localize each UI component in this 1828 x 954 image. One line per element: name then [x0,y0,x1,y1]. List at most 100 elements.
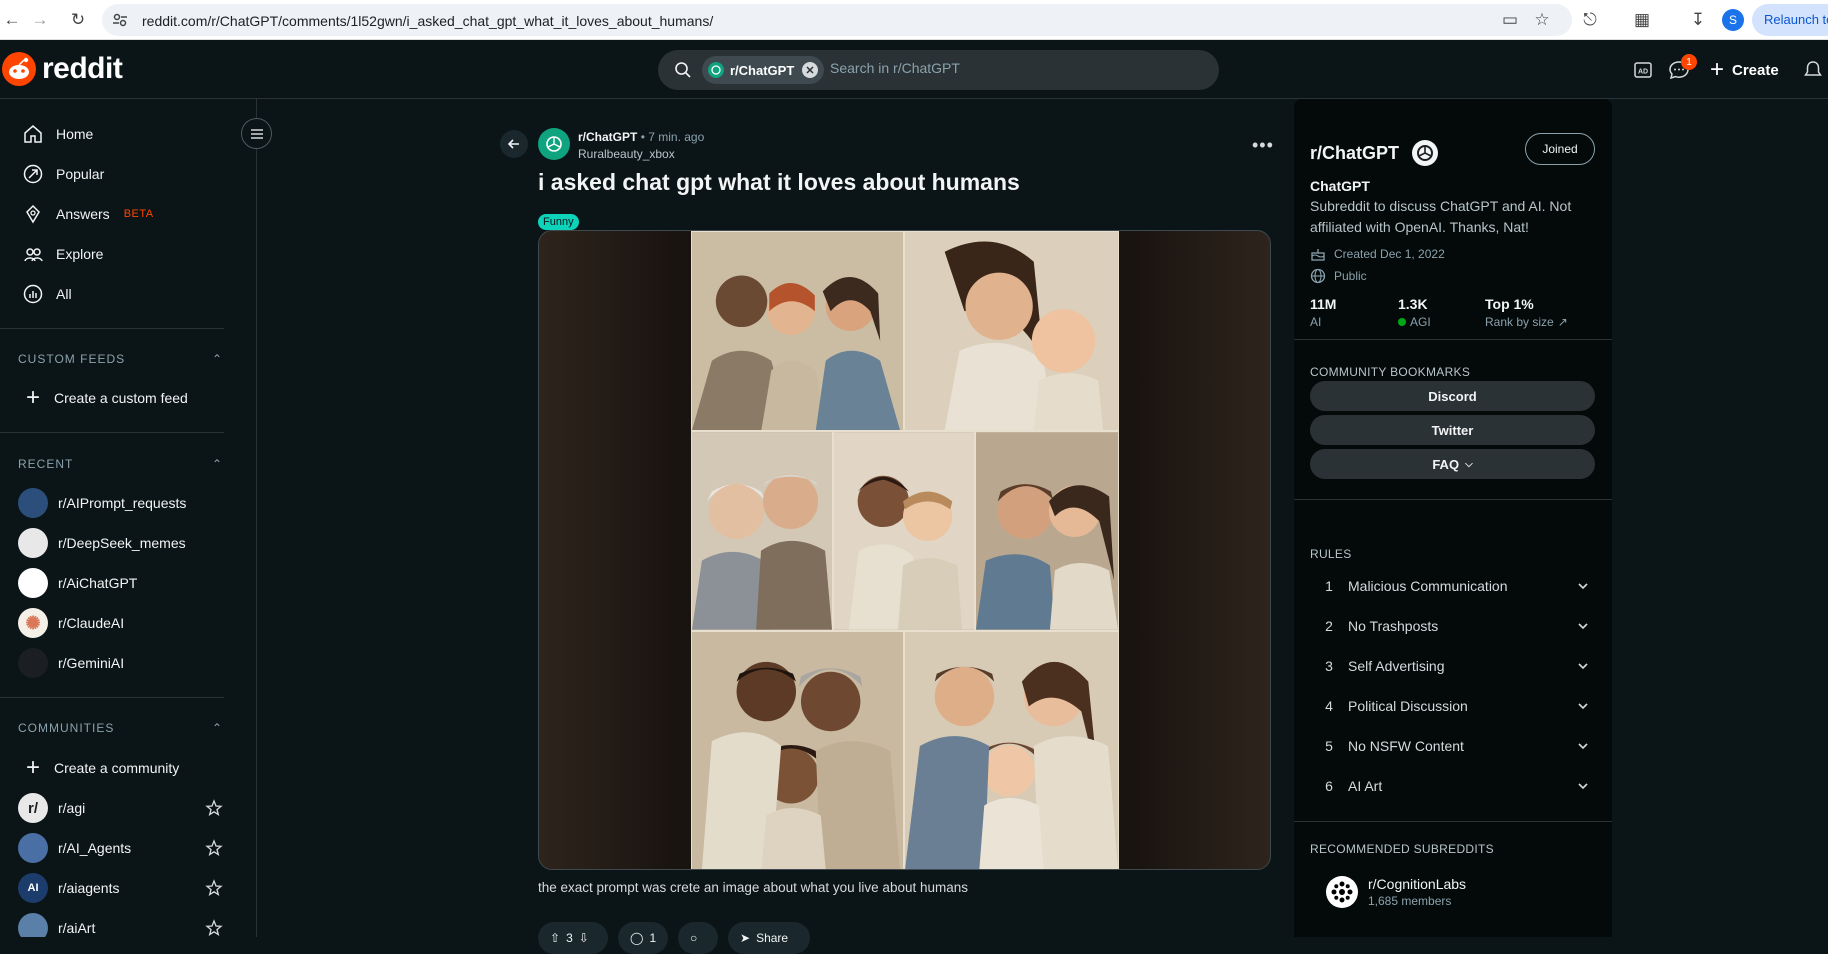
rule-item[interactable]: 4 Political Discussion [1310,686,1595,726]
stat-label: Rank by size [1485,315,1554,329]
nav-explore[interactable]: Explore [22,234,103,274]
community-title-text: r/ChatGPT [1310,142,1400,163]
stat-label: AI [1310,315,1322,329]
share-button[interactable]: ➤ Share [728,922,810,954]
recent-item[interactable]: r/AiChatGPT [18,563,223,603]
relaunch-button[interactable]: Relaunch to [1752,4,1828,36]
more-options-icon[interactable]: ••• [1252,135,1274,156]
back-button[interactable] [500,130,528,158]
rule-number: 6 [1325,778,1333,794]
create-custom-feed[interactable]: + Create a custom feed [22,378,227,418]
chevron-down-icon [1578,583,1588,590]
recent-header[interactable]: RECENT ⌃ [18,457,223,471]
rule-item[interactable]: 1 Malicious Communication [1310,566,1595,606]
rule-label: Malicious Communication [1348,578,1508,594]
communities-header[interactable]: COMMUNITIES ⌃ [18,721,223,735]
bookmark-discord-button[interactable]: Discord [1310,381,1595,411]
recent-item[interactable]: r/AIPrompt_requests [18,483,223,523]
award-button[interactable]: ○ [678,922,718,954]
community-item[interactable]: r/ r/agi [18,788,223,828]
site-settings-icon[interactable] [112,12,128,28]
community-item[interactable]: AI r/aiagents [18,868,223,908]
address-bar[interactable]: reddit.com/r/ChatGPT/comments/1l52gwn/i_… [102,4,1572,36]
recent-item-label: r/DeepSeek_memes [58,535,186,551]
community-sidebar: r/ChatGPT Joined ChatGPT Subreddit to di… [1294,99,1612,937]
recent-item[interactable]: ✺ r/ClaudeAI [18,603,223,643]
post-subreddit-link[interactable]: r/ChatGPT [578,130,637,144]
post-flair[interactable]: Funny [538,214,579,230]
favorite-star-icon[interactable] [205,799,223,817]
url-text[interactable]: reddit.com/r/ChatGPT/comments/1l52gwn/i_… [142,13,713,29]
bookmark-twitter-button[interactable]: Twitter [1310,415,1595,445]
rule-number: 2 [1325,618,1333,634]
custom-feeds-header[interactable]: CUSTOM FEEDS ⌃ [18,352,223,366]
community-item[interactable]: r/AI_Agents [18,828,223,868]
bookmark-faq-button[interactable]: FAQ ⌵ [1310,449,1595,479]
subreddit-avatar [18,568,48,598]
comment-icon: ◯ [630,931,644,945]
back-arrow-icon [507,139,519,149]
sidebar-toggle-button[interactable] [241,118,272,149]
search-scope-chip[interactable]: r/ChatGPT ✕ [702,56,824,84]
community-item[interactable]: r/aiArt [18,908,223,937]
post-image[interactable] [538,230,1271,870]
notifications-bell-icon[interactable] [1800,57,1826,83]
rule-item[interactable]: 6 AI Art [1310,766,1595,806]
reload-icon[interactable]: ↻ [66,8,90,32]
downloads-icon[interactable]: ↧ [1686,8,1710,32]
profile-avatar[interactable]: S [1722,9,1744,31]
stat-rank[interactable]: Top 1% Rank by size ↗ [1485,296,1568,329]
rule-item[interactable]: 3 Self Advertising [1310,646,1595,686]
create-community[interactable]: + Create a community [22,748,227,788]
install-app-icon[interactable]: ▭ [1498,8,1522,32]
nav-popular[interactable]: Popular [22,154,104,194]
favorite-star-icon[interactable] [205,879,223,897]
favorite-star-icon[interactable] [205,919,223,937]
tab-search-icon[interactable]: ▦ [1630,8,1654,32]
create-post-button[interactable]: + Create [1710,54,1779,86]
divider [1294,339,1612,340]
clear-chip-icon[interactable]: ✕ [802,62,818,78]
post-author-link[interactable]: Ruralbeauty_xbox [578,147,704,161]
recent-item[interactable]: r/GeminiAI [18,643,223,683]
recent-item[interactable]: r/DeepSeek_memes [18,523,223,563]
stat-value: 11M [1310,296,1337,312]
collage-tile [691,631,904,869]
external-link-icon: ↗ [1557,315,1568,329]
subreddit-avatar: AI [18,873,48,903]
globe-icon [1310,268,1326,284]
nav-all[interactable]: All [22,274,72,314]
joined-button[interactable]: Joined [1525,133,1595,165]
create-label: Create [1732,61,1779,79]
chatgpt-icon [708,62,724,78]
extensions-icon[interactable]: ⎋ [1578,8,1602,32]
collage-tile [904,631,1119,869]
reddit-logo[interactable]: reddit [2,52,123,86]
search-input[interactable] [830,60,1190,76]
nav-explore-label: Explore [56,246,104,262]
rule-item[interactable]: 2 No Trashposts [1310,606,1595,646]
vote-buttons[interactable]: ⇧ 3 ⇩ [538,922,608,954]
chevron-down-icon [1578,783,1588,790]
bookmark-star-icon[interactable]: ☆ [1530,8,1554,32]
advertise-icon[interactable]: AD [1630,57,1656,83]
search-bar[interactable]: r/ChatGPT ✕ [658,50,1219,90]
collage-tile [691,231,904,431]
forward-arrow-icon[interactable]: → [28,8,52,32]
upvote-icon[interactable]: ⇧ [550,931,560,945]
back-arrow-icon[interactable]: ← [0,8,24,32]
favorite-star-icon[interactable] [205,839,223,857]
subreddit-avatar[interactable] [538,128,570,160]
chevron-up-icon: ⌃ [211,457,223,471]
cognition-logo-icon [1326,876,1358,908]
nav-home[interactable]: Home [22,114,93,154]
stat-value: 1.3K [1398,296,1428,312]
comments-button[interactable]: ◯ 1 [618,922,668,954]
rule-item[interactable]: 5 No NSFW Content [1310,726,1595,766]
plus-icon: + [1710,56,1725,83]
nav-answers[interactable]: Answers BETA [22,194,154,234]
faq-label: FAQ [1432,456,1460,472]
downvote-icon[interactable]: ⇩ [579,931,589,945]
recommended-subreddit[interactable]: r/CognitionLabs 1,685 members [1326,876,1466,908]
recommended-members: 1,685 members [1368,894,1452,908]
